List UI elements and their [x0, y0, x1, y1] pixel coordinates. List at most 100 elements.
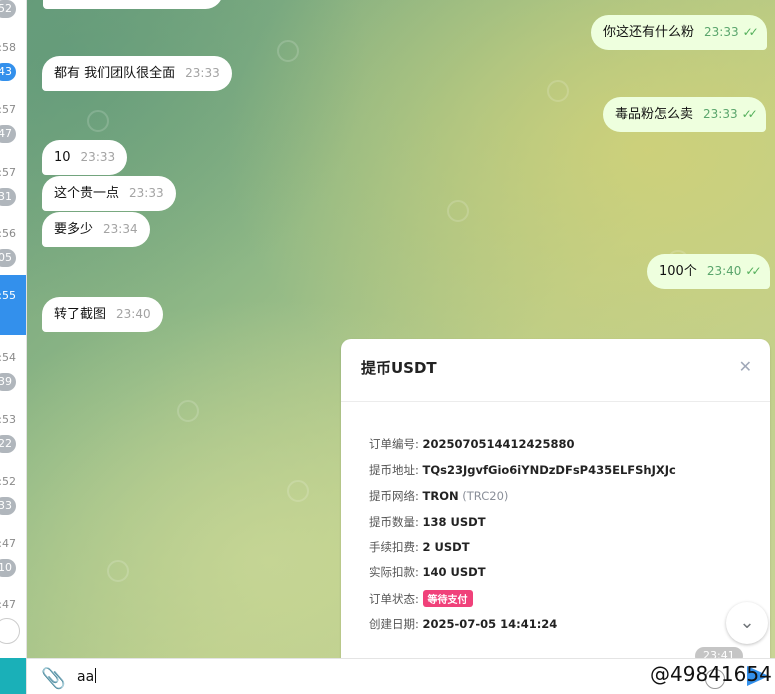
date-label: 创建日期: [369, 617, 419, 631]
actual-row: 实际扣款: 140 USDT [369, 564, 486, 580]
order-number-value: 2025070514412425880 [422, 437, 575, 451]
chat-time: :57 [0, 166, 16, 179]
chat-list-item[interactable]: :58 43 [0, 38, 26, 98]
amount-value: 138 USDT [422, 515, 486, 529]
scroll-down-button[interactable]: ⌄ [726, 602, 768, 644]
message-text: 这个贵一点 [54, 186, 120, 201]
message-time: 23:33 [703, 107, 738, 121]
message-input-value: aa [77, 669, 95, 685]
date-row: 创建日期: 2025-07-05 14:41:24 [369, 616, 557, 632]
fee-label: 手续扣费: [369, 540, 419, 554]
actual-label: 实际扣款: [369, 565, 419, 579]
message-time: 23:40 [116, 307, 151, 321]
message-text: 转了截图 [54, 307, 107, 322]
message-bubble-incoming[interactable]: 这个贵一点 23:33 [42, 176, 176, 211]
status-label: 订单状态: [369, 592, 419, 606]
unread-badge: 33 [0, 497, 16, 515]
chat-list-item[interactable]: :52 33 [0, 475, 26, 535]
background-pattern [447, 200, 469, 222]
network-row: 提币网络: TRON (TRC20) [369, 488, 508, 504]
fee-value: 2 USDT [422, 540, 470, 554]
chat-list-item-active[interactable]: :55 [0, 275, 26, 335]
chat-time: :47 [0, 598, 16, 611]
chat-list-item[interactable]: :54 39 [0, 349, 26, 409]
address-row: 提币地址: TQs23JgvfGio6iYNDzDFsP435ELFShJXJc [369, 462, 676, 478]
chat-list-item[interactable]: :47 10 [0, 537, 26, 597]
read-checks-icon: ✓✓ [741, 107, 758, 121]
address-value: TQs23JgvfGio6iYNDzDFsP435ELFShJXJc [422, 463, 676, 477]
card-title: 提币USDT [361, 359, 437, 377]
chat-time: :58 [0, 41, 16, 54]
background-pattern [277, 40, 299, 62]
network-label: 提币网络: [369, 489, 419, 503]
payment-screenshot-card[interactable]: 提币USDT ✕ 订单编号: 2025070514412425880 提币地址:… [341, 339, 770, 658]
message-time: 23:33 [185, 66, 220, 80]
chat-time: :55 [0, 289, 16, 302]
message-bubble-outgoing[interactable]: 毒品粉怎么卖 23:33 ✓✓ [603, 97, 766, 132]
chat-list-item[interactable]: :53 22 [0, 412, 26, 472]
message-bubble-outgoing[interactable]: 你这还有什么粉 23:33 ✓✓ [591, 15, 767, 50]
unread-badge: 05 [0, 249, 16, 267]
message-text: 你这还有什么粉 [603, 25, 695, 40]
message-bubble-incoming[interactable]: 转了截图 23:40 [42, 297, 163, 332]
message-bubble-incoming[interactable]: 都有 我们团队很全面 23:33 [42, 56, 232, 91]
fee-row: 手续扣费: 2 USDT [369, 539, 470, 555]
image-time: 23:41 [695, 647, 743, 658]
paperclip-icon[interactable]: 📎 [41, 666, 66, 690]
message-time: 23:34 [103, 222, 138, 236]
unread-badge: 52 [0, 0, 16, 18]
chat-time: :52 [0, 475, 16, 488]
account-avatar[interactable] [0, 658, 26, 694]
message-text: 100个 [659, 264, 697, 279]
chat-list-item[interactable]: :57 47 [0, 101, 26, 161]
message-time: 23:33 [704, 25, 739, 39]
chat-list-item[interactable]: 52 [0, 0, 26, 38]
background-pattern [87, 110, 109, 132]
close-icon: ✕ [738, 357, 752, 376]
read-checks-icon: ✓✓ [742, 25, 759, 39]
message-text: 都有 我们团队很全面 [54, 66, 176, 81]
order-number-row: 订单编号: 2025070514412425880 [369, 436, 575, 452]
amount-row: 提币数量: 138 USDT [369, 514, 486, 530]
message-bubble-outgoing[interactable]: 100个 23:40 ✓✓ [647, 254, 770, 289]
chat-time: :53 [0, 413, 16, 426]
chat-area: 你这还有什么粉 23:33 ✓✓ 都有 我们团队很全面 23:33 毒品粉怎么卖 23:… [27, 0, 775, 658]
watermark: @49841654 [650, 662, 772, 686]
text-caret [95, 668, 97, 683]
unread-badge: 10 [0, 559, 16, 577]
message-input[interactable]: aa [77, 668, 97, 685]
chat-list-item[interactable]: :57 31 [0, 164, 26, 224]
unread-badge: 39 [0, 373, 16, 391]
background-pattern [547, 80, 569, 102]
background-pattern [287, 480, 309, 502]
divider [341, 401, 770, 402]
message-bubble-incoming[interactable] [43, 0, 223, 9]
message-bubble-incoming[interactable]: 要多少 23:34 [42, 212, 150, 247]
message-time: 23:33 [129, 186, 164, 200]
unread-badge: 43 [0, 63, 16, 81]
background-pattern [177, 400, 199, 422]
actual-value: 140 USDT [422, 565, 486, 579]
network-value: TRON [422, 489, 459, 503]
amount-label: 提币数量: [369, 515, 419, 529]
chat-list-strip: 52 :58 43 :57 47 :57 31 :56 05 :55 :54 3… [0, 0, 27, 694]
unread-badge: 47 [0, 125, 16, 143]
unread-badge: 22 [0, 435, 16, 453]
unread-badge: 31 [0, 188, 16, 206]
read-checks-icon: ✓✓ [745, 264, 761, 278]
network-note: (TRC20) [462, 489, 509, 503]
order-number-label: 订单编号: [369, 437, 419, 451]
message-text: 毒品粉怎么卖 [615, 107, 694, 122]
chat-time: :56 [0, 227, 16, 240]
address-label: 提币地址: [369, 463, 419, 477]
chat-time: :47 [0, 537, 16, 550]
status-row: 订单状态: 等待支付 [369, 590, 473, 607]
date-value: 2025-07-05 14:41:24 [422, 617, 558, 631]
message-time: 23:33 [80, 150, 116, 164]
chat-time: :57 [0, 103, 16, 116]
message-time: 23:40 [706, 264, 742, 278]
message-bubble-incoming[interactable]: 10 23:33 [42, 140, 128, 175]
message-text: 要多少 [54, 222, 94, 237]
status-badge: 等待支付 [422, 590, 473, 607]
background-pattern [107, 560, 129, 582]
